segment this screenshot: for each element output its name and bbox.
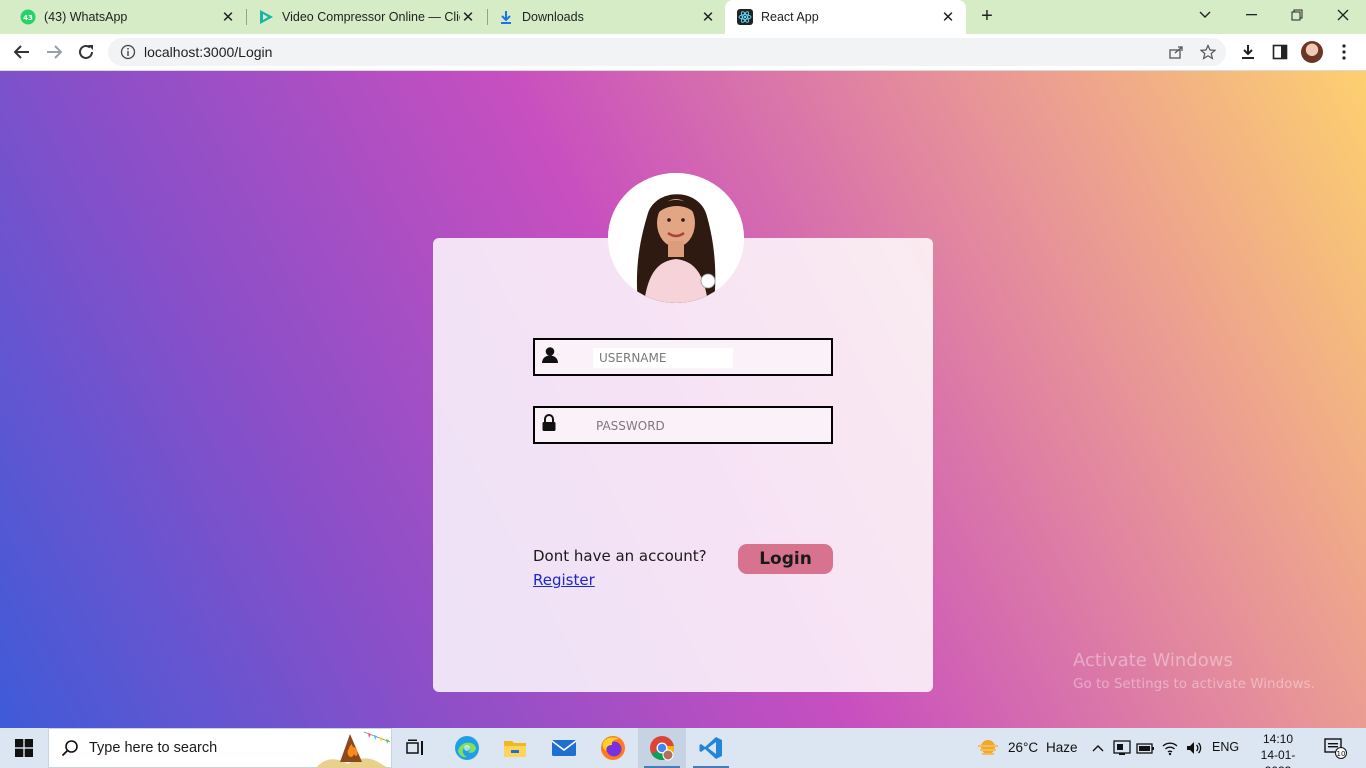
address-bar[interactable]: localhost:3000/Login (108, 38, 1226, 66)
menu-dots-icon[interactable] (1332, 40, 1356, 64)
wifi-icon[interactable] (1160, 738, 1180, 758)
close-window-icon[interactable] (1320, 0, 1366, 30)
tab-video-compressor[interactable]: Video Compressor Online — Clic ✕ (238, 0, 486, 34)
user-icon (541, 346, 559, 366)
chrome-icon[interactable] (638, 728, 686, 768)
side-panel-icon[interactable] (1268, 40, 1292, 64)
close-tab-icon[interactable]: ✕ (700, 9, 716, 26)
input-language[interactable]: ENG (1212, 740, 1239, 754)
clock-time: 14:10 (1262, 732, 1294, 746)
task-view-icon[interactable] (392, 728, 440, 768)
notification-center-icon[interactable]: 10 (1322, 738, 1348, 759)
minimize-icon[interactable] (1228, 0, 1274, 30)
tab-search-chevron-icon[interactable] (1182, 0, 1228, 30)
search-highlight-art (312, 728, 392, 768)
close-tab-icon[interactable]: ✕ (460, 9, 476, 26)
close-tab-icon[interactable]: ✕ (220, 9, 236, 26)
search-icon (61, 739, 79, 757)
activate-windows-subtitle: Go to Settings to activate Windows. (1073, 676, 1315, 692)
restore-icon[interactable] (1274, 0, 1320, 30)
tab-title: Video Compressor Online — Clic (282, 10, 460, 24)
tab-title: React App (761, 10, 819, 24)
play-icon (258, 9, 274, 25)
whatsapp-icon: 43 (20, 9, 36, 25)
browser-tab-strip: 43 (43) WhatsApp ✕ Video Compressor Onli… (0, 0, 1366, 34)
weather-condition: Haze (1046, 740, 1078, 755)
url-text: localhost:3000/Login (144, 44, 273, 60)
battery-plug-icon[interactable] (1136, 738, 1156, 758)
firefox-icon[interactable] (589, 728, 637, 768)
new-tab-icon[interactable]: + (977, 6, 997, 26)
username-input[interactable] (593, 348, 733, 368)
download-icon (498, 9, 514, 25)
profile-avatar[interactable] (1301, 41, 1323, 63)
forward-icon[interactable] (42, 40, 66, 64)
tab-whatsapp[interactable]: 43 (43) WhatsApp ✕ (0, 0, 246, 34)
register-link[interactable]: Register (533, 571, 595, 589)
react-icon (737, 9, 753, 25)
login-card (433, 238, 933, 692)
activate-windows-title: Activate Windows (1073, 650, 1233, 671)
security-center-icon[interactable] (1112, 738, 1132, 758)
vscode-icon[interactable] (687, 728, 735, 768)
notification-count: 10 (1337, 750, 1346, 758)
lock-icon (541, 414, 559, 434)
tab-title: (43) WhatsApp (44, 10, 128, 24)
site-info-icon[interactable] (120, 44, 136, 60)
username-field[interactable] (533, 338, 833, 376)
mail-icon[interactable] (540, 728, 588, 768)
no-account-text: Dont have an account? (533, 547, 707, 565)
volume-icon[interactable] (1184, 738, 1204, 758)
password-field[interactable] (533, 406, 833, 444)
tab-downloads[interactable]: Downloads ✕ (478, 0, 726, 34)
show-hidden-icons-chevron-icon[interactable] (1088, 738, 1108, 758)
share-icon[interactable] (1166, 42, 1186, 62)
reload-icon[interactable] (74, 40, 98, 64)
profile-photo (608, 173, 744, 303)
clock-date: 14-01-2023 (1260, 748, 1296, 768)
weather-haze-icon[interactable] (976, 738, 1000, 758)
file-explorer-icon[interactable] (491, 728, 539, 768)
tab-react-app[interactable]: React App ✕ (725, 0, 966, 34)
downloads-icon[interactable] (1236, 40, 1260, 64)
edge-icon[interactable] (443, 728, 491, 768)
whatsapp-badge: 43 (23, 14, 33, 22)
bookmark-star-icon[interactable] (1198, 42, 1218, 62)
weather-temperature: 26°C (1008, 740, 1039, 755)
password-input[interactable] (590, 416, 730, 436)
tab-title: Downloads (522, 10, 584, 24)
login-button[interactable]: Login (738, 544, 833, 574)
back-icon[interactable] (10, 40, 34, 64)
login-page: Dont have an account? Register Login Act… (0, 71, 1366, 728)
browser-toolbar: localhost:3000/Login (0, 34, 1366, 71)
windows-taskbar: Type here to search 26°C Haze ENG 14:10 … (0, 728, 1366, 768)
search-placeholder: Type here to search (89, 740, 218, 756)
close-tab-icon[interactable]: ✕ (940, 9, 956, 26)
windows-start-icon[interactable] (0, 728, 48, 768)
taskbar-clock[interactable]: 14:10 14-01-2023 (1248, 731, 1308, 768)
